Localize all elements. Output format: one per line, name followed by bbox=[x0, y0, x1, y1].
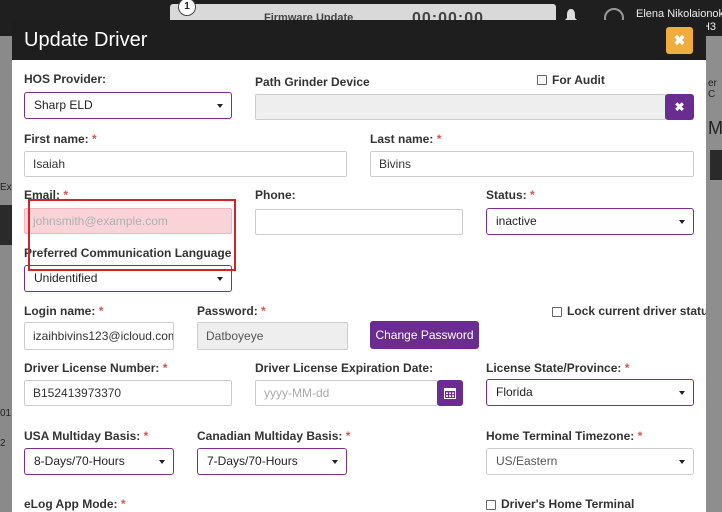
canadian-basis-value: 7-Days/70-Hours bbox=[207, 454, 298, 468]
status-label: Status: * bbox=[486, 188, 535, 202]
chevron-down-icon bbox=[217, 277, 223, 281]
required-marker: * bbox=[120, 497, 126, 511]
modal-title: Update Driver bbox=[24, 29, 148, 51]
background-right-text: M bbox=[708, 118, 722, 138]
password-label-text: Password: bbox=[197, 304, 258, 318]
usa-basis-label-text: USA Multiday Basis: bbox=[24, 429, 141, 443]
chevron-down-icon bbox=[332, 460, 338, 464]
first-name-label: First name: * bbox=[24, 132, 97, 146]
usa-basis-value: 8-Days/70-Hours bbox=[34, 454, 125, 468]
for-audit-label: For Audit bbox=[552, 73, 605, 87]
license-expiration-input[interactable]: yyyy-MM-dd bbox=[255, 380, 438, 406]
required-marker: * bbox=[92, 132, 97, 146]
license-number-input[interactable]: B152413973370 bbox=[24, 380, 232, 406]
email-label-text: Email: bbox=[24, 188, 61, 202]
login-name-label: Login name: * bbox=[24, 304, 103, 318]
required-marker: * bbox=[143, 429, 149, 443]
elog-mode-label: eLog App Mode: * bbox=[24, 497, 126, 511]
status-select[interactable]: inactive bbox=[486, 208, 694, 235]
canadian-basis-label-text: Canadian Multiday Basis: bbox=[197, 429, 343, 443]
license-number-label: Driver License Number: * bbox=[24, 361, 167, 375]
phone-label: Phone: bbox=[255, 188, 296, 202]
license-state-select[interactable]: Florida bbox=[486, 379, 694, 406]
chevron-down-icon bbox=[679, 391, 685, 395]
background-left-text: 01 bbox=[0, 408, 12, 419]
elog-mode-label-text: eLog App Mode: bbox=[24, 497, 118, 511]
chevron-down-icon bbox=[679, 460, 685, 464]
close-icon[interactable]: ✖ bbox=[666, 27, 693, 54]
background-left-text: Ex bbox=[0, 182, 12, 193]
license-number-label-text: Driver License Number: bbox=[24, 361, 160, 375]
path-grinder-label: Path Grinder Device bbox=[255, 75, 370, 89]
for-audit-checkbox[interactable] bbox=[537, 75, 547, 85]
password-input[interactable]: Datboyeye bbox=[197, 322, 348, 350]
login-name-label-text: Login name: bbox=[24, 304, 96, 318]
phone-input[interactable] bbox=[255, 209, 463, 235]
license-expiration-label: Driver License Expiration Date: bbox=[255, 361, 434, 375]
background-right-text: er C bbox=[708, 78, 717, 100]
clear-icon[interactable]: ✖ bbox=[665, 94, 694, 120]
background-right-block bbox=[710, 150, 722, 180]
required-marker: * bbox=[637, 429, 643, 443]
home-timezone-select[interactable]: US/Eastern bbox=[486, 448, 694, 475]
required-marker: * bbox=[624, 361, 630, 375]
email-label: Email: * bbox=[24, 188, 68, 202]
language-value: Unidentified bbox=[34, 271, 98, 285]
required-marker: * bbox=[436, 132, 442, 146]
license-state-value: Florida bbox=[496, 385, 533, 399]
hos-provider-select[interactable]: Sharp ELD bbox=[24, 92, 232, 119]
user-name: Elena Nikolaionok bbox=[636, 8, 722, 20]
path-grinder-select[interactable] bbox=[255, 94, 666, 120]
update-driver-modal: Update Driver ✖ HOS Provider: Sharp ELD … bbox=[12, 20, 706, 512]
home-timezone-label-text: Home Terminal Timezone: bbox=[486, 429, 635, 443]
required-marker: * bbox=[345, 429, 351, 443]
required-marker: * bbox=[98, 304, 104, 318]
chevron-down-icon bbox=[679, 220, 685, 224]
language-label: Preferred Communication Language bbox=[24, 246, 232, 260]
required-marker: * bbox=[162, 361, 168, 375]
home-timezone-label: Home Terminal Timezone: * bbox=[486, 429, 642, 443]
language-select[interactable]: Unidentified bbox=[24, 265, 232, 292]
home-terminal-checkbox[interactable] bbox=[486, 500, 496, 510]
home-terminal-label: Driver's Home Terminal bbox=[501, 497, 635, 511]
last-name-input[interactable]: Bivins bbox=[370, 151, 694, 177]
calendar-icon[interactable] bbox=[437, 380, 463, 406]
last-name-label: Last name: * bbox=[370, 132, 441, 146]
background-left-block bbox=[0, 205, 12, 245]
usa-basis-label: USA Multiday Basis: * bbox=[24, 429, 148, 443]
required-marker: * bbox=[63, 188, 69, 202]
background-right-panel bbox=[706, 36, 722, 512]
login-name-input[interactable]: izaihbivins123@icloud.com bbox=[24, 322, 174, 350]
password-label: Password: * bbox=[197, 304, 266, 318]
change-password-button[interactable]: Change Password bbox=[370, 321, 479, 349]
status-value: inactive bbox=[496, 214, 537, 228]
status-label-text: Status: bbox=[486, 188, 527, 202]
background-left-text: 2 bbox=[0, 438, 6, 449]
required-marker: * bbox=[530, 188, 535, 202]
first-name-label-text: First name: bbox=[24, 132, 89, 146]
calendar-glyph bbox=[444, 388, 456, 399]
canadian-basis-select[interactable]: 7-Days/70-Hours bbox=[197, 448, 347, 475]
modal-header: Update Driver ✖ bbox=[12, 20, 706, 60]
license-state-label: License State/Province: * bbox=[486, 361, 629, 375]
chevron-down-icon bbox=[159, 460, 165, 464]
canadian-basis-label: Canadian Multiday Basis: * bbox=[197, 429, 350, 443]
lock-status-checkbox[interactable] bbox=[552, 307, 562, 317]
home-timezone-value: US/Eastern bbox=[496, 454, 558, 468]
hos-provider-value: Sharp ELD bbox=[34, 98, 93, 112]
chevron-down-icon bbox=[217, 104, 223, 108]
lock-status-label: Lock current driver status bbox=[567, 304, 706, 318]
first-name-input[interactable]: Isaiah bbox=[24, 151, 347, 177]
email-input[interactable]: johnsmith@example.com bbox=[24, 208, 232, 234]
hos-provider-label: HOS Provider: bbox=[24, 72, 107, 86]
usa-basis-select[interactable]: 8-Days/70-Hours bbox=[24, 448, 174, 475]
required-marker: * bbox=[261, 304, 266, 318]
last-name-label-text: Last name: bbox=[370, 132, 434, 146]
license-state-label-text: License State/Province: bbox=[486, 361, 622, 375]
